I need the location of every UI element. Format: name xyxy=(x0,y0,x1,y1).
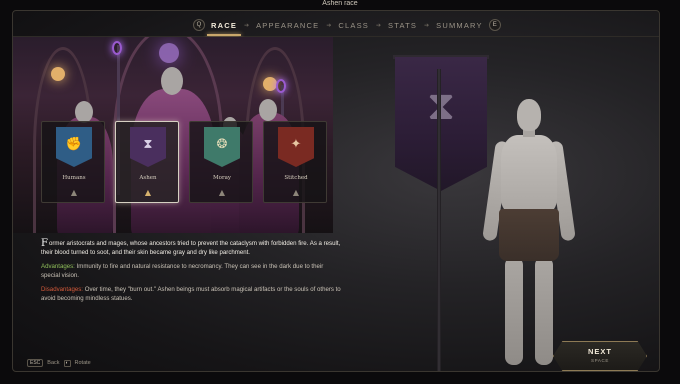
race-name: Ashen xyxy=(139,175,157,181)
fist-icon: ✊ xyxy=(65,137,83,152)
tab-race[interactable]: RACE xyxy=(205,21,243,36)
humans-banner: ✊ xyxy=(56,127,92,167)
space-key-hint: SPACE xyxy=(591,358,609,363)
triangle-icon: ▲ xyxy=(218,187,226,197)
race-card-moray[interactable]: ❂ Moray ▲ xyxy=(189,121,253,203)
arrow-icon: ➔ xyxy=(376,21,382,29)
arrow-icon: ➔ xyxy=(326,21,332,29)
tab-summary[interactable]: SUMMARY xyxy=(430,21,489,30)
stitched-banner: ✦ xyxy=(278,127,314,167)
next-button[interactable]: NEXT SPACE xyxy=(553,341,647,371)
race-name: Stitched xyxy=(284,175,308,181)
triangle-icon: ▲ xyxy=(292,187,300,197)
race-card-humans[interactable]: ✊ Humans ▲ xyxy=(41,121,105,203)
esc-key[interactable]: ESC xyxy=(27,359,44,367)
race-card-stitched[interactable]: ✦ Stitched ▲ xyxy=(263,121,327,203)
lore-text: ormer aristocrats and mages, whose ances… xyxy=(41,240,341,256)
prev-step-key[interactable]: Q xyxy=(193,19,205,31)
tab-appearance[interactable]: APPEARANCE xyxy=(250,21,325,30)
hourglass-icon: ⧗ xyxy=(143,137,153,152)
race-card-ashen[interactable]: ⧗ Ashen ▲ xyxy=(115,121,179,203)
character-preview[interactable] xyxy=(473,89,583,371)
stitch-icon: ✦ xyxy=(290,137,302,152)
disadvantages: Disadvantages: Over time, they "burn out… xyxy=(41,285,341,303)
sun-icon: ❂ xyxy=(216,137,228,152)
next-step-key[interactable]: E xyxy=(488,19,501,31)
triangle-icon: ▲ xyxy=(144,187,152,197)
disadvantages-label: Disadvantages: xyxy=(41,286,84,293)
race-name: Humans xyxy=(62,175,86,181)
advantages: Advantages: Immunity to fire and natural… xyxy=(41,262,341,280)
disadvantages-text: Over time, they "burn out." Ashen beings… xyxy=(41,286,341,302)
advantages-label: Advantages: xyxy=(41,263,75,270)
next-label: NEXT xyxy=(587,347,612,356)
window-title: Ashen race xyxy=(322,0,358,7)
arrow-icon: ➔ xyxy=(244,21,250,29)
triangle-icon: ▲ xyxy=(70,187,78,197)
race-selector: ✊ Humans ▲ ⧗ Ashen ▲ ❂ Moray ▲ ✦ Stitche… xyxy=(41,121,331,231)
drop-cap: F xyxy=(41,238,48,249)
mouse-icon: ◐ xyxy=(63,359,71,367)
rotate-label: Rotate xyxy=(74,360,91,366)
back-label[interactable]: Back xyxy=(47,360,59,366)
character-creation-panel: Q RACE ➔ APPEARANCE ➔ CLASS ➔ STATS ➔ SU… xyxy=(12,10,660,372)
race-description: Former aristocrats and mages, whose ance… xyxy=(41,239,341,308)
step-navigation: Q RACE ➔ APPEARANCE ➔ CLASS ➔ STATS ➔ SU… xyxy=(13,11,659,37)
control-hints: ESC Back ◐ Rotate xyxy=(27,359,91,367)
tab-stats[interactable]: STATS xyxy=(382,21,423,30)
arrow-icon: ➔ xyxy=(424,21,430,29)
flag-pole xyxy=(437,69,441,371)
race-lore: Former aristocrats and mages, whose ance… xyxy=(41,239,341,257)
race-name: Moray xyxy=(213,175,231,181)
moray-banner: ❂ xyxy=(204,127,240,167)
advantages-text: Immunity to fire and natural resistance … xyxy=(41,263,324,279)
tab-class[interactable]: CLASS xyxy=(332,21,375,30)
ashen-banner: ⧗ xyxy=(130,127,166,167)
